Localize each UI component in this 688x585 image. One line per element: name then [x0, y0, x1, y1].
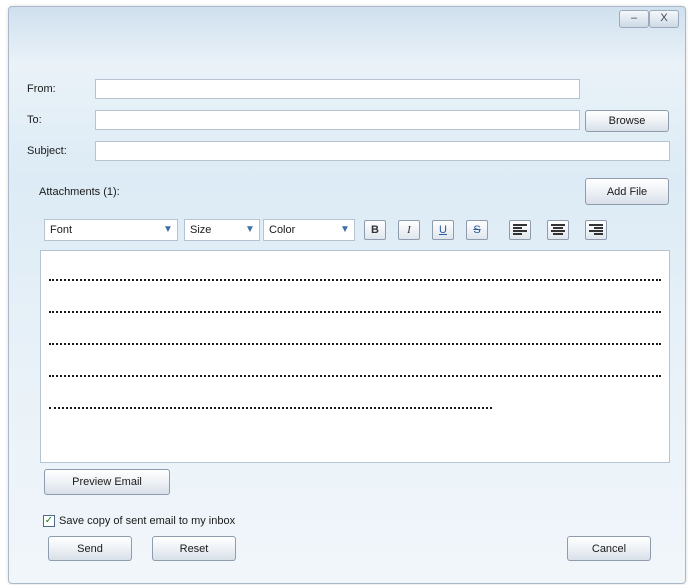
- color-select[interactable]: Color ▼: [263, 219, 355, 241]
- title-bar: – X: [9, 7, 685, 35]
- underline-button[interactable]: U: [432, 220, 454, 240]
- message-editor[interactable]: [40, 250, 670, 463]
- preview-email-button[interactable]: Preview Email: [44, 469, 170, 495]
- align-right-icon: [589, 224, 603, 235]
- chevron-down-icon: ▼: [340, 224, 350, 235]
- save-copy-label: Save copy of sent email to my inbox: [59, 515, 236, 527]
- color-select-value: Color: [269, 224, 296, 236]
- from-field[interactable]: [95, 79, 580, 99]
- message-line: [49, 407, 492, 409]
- align-center-icon: [551, 224, 565, 235]
- chevron-down-icon: ▼: [245, 224, 255, 235]
- browse-button[interactable]: Browse: [585, 110, 669, 132]
- cancel-button[interactable]: Cancel: [567, 536, 651, 561]
- message-line: [49, 279, 661, 281]
- align-left-button[interactable]: [509, 220, 531, 240]
- add-file-button[interactable]: Add File: [585, 178, 669, 205]
- attachments-label: Attachments (1):: [39, 186, 120, 198]
- align-left-icon: [513, 224, 527, 235]
- size-select-value: Size: [190, 224, 212, 236]
- font-select-value: Font: [50, 224, 73, 236]
- message-line: [49, 375, 661, 377]
- message-line: [49, 343, 661, 345]
- font-select[interactable]: Font ▼: [44, 219, 178, 241]
- chevron-down-icon: ▼: [163, 224, 173, 235]
- minimize-button[interactable]: –: [619, 10, 649, 28]
- subject-label: Subject:: [27, 145, 67, 157]
- from-label: From:: [27, 83, 56, 95]
- to-field[interactable]: [95, 110, 580, 130]
- save-copy-checkbox[interactable]: ✓: [43, 515, 55, 527]
- bold-button[interactable]: B: [364, 220, 386, 240]
- italic-button[interactable]: I: [398, 220, 420, 240]
- size-select[interactable]: Size ▼: [184, 219, 260, 241]
- message-line: [49, 311, 661, 313]
- align-center-button[interactable]: [547, 220, 569, 240]
- align-right-button[interactable]: [585, 220, 607, 240]
- subject-field[interactable]: [95, 141, 670, 161]
- reset-button[interactable]: Reset: [152, 536, 236, 561]
- to-label: To:: [27, 114, 42, 126]
- strikethrough-button[interactable]: S: [466, 220, 488, 240]
- send-button[interactable]: Send: [48, 536, 132, 561]
- close-button[interactable]: X: [649, 10, 679, 28]
